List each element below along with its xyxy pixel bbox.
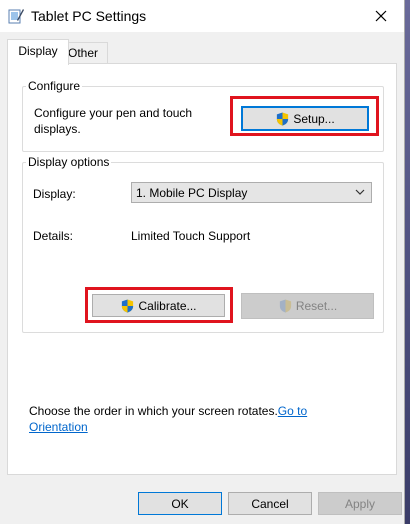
tablet-pc-settings-window: Tablet PC Settings Display Other Configu…: [0, 0, 405, 524]
window-title: Tablet PC Settings: [31, 8, 147, 24]
details-label: Details:: [33, 229, 74, 243]
configure-group-title: Configure: [26, 79, 83, 93]
uac-shield-icon: [277, 111, 289, 126]
close-button[interactable]: [358, 0, 404, 32]
reset-button-label: Reset...: [295, 299, 338, 313]
ok-button[interactable]: OK: [138, 492, 222, 515]
uac-shield-icon: [122, 298, 134, 313]
cancel-button[interactable]: Cancel: [228, 492, 312, 515]
display-select[interactable]: 1. Mobile PC Display: [131, 182, 372, 203]
display-tab-panel: Configure Configure your pen and touch d…: [7, 63, 397, 475]
setup-button-label: Setup...: [293, 111, 335, 126]
rotation-description: Choose the order in which your screen ro…: [29, 403, 339, 435]
calibrate-button[interactable]: Calibrate...: [92, 294, 225, 317]
details-value: Limited Touch Support: [131, 229, 251, 243]
chevron-down-icon: [355, 189, 365, 195]
title-bar: Tablet PC Settings: [0, 0, 404, 32]
display-select-value: 1. Mobile PC Display: [136, 186, 248, 200]
display-options-group-title: Display options: [26, 155, 112, 169]
tab-display[interactable]: Display: [7, 39, 69, 65]
setup-button[interactable]: Setup...: [241, 106, 369, 131]
calibrate-button-label: Calibrate...: [138, 298, 197, 313]
reset-button[interactable]: Reset...: [241, 293, 374, 319]
apply-button[interactable]: Apply: [318, 492, 402, 515]
display-label: Display:: [33, 187, 76, 201]
configure-group: Configure Configure your pen and touch d…: [22, 79, 384, 152]
uac-shield-icon: [279, 299, 291, 313]
rotation-text: Choose the order in which your screen ro…: [29, 404, 278, 418]
tablet-pen-icon: [8, 9, 24, 24]
configure-description: Configure your pen and touch displays.: [34, 106, 193, 136]
close-icon: [375, 10, 387, 22]
